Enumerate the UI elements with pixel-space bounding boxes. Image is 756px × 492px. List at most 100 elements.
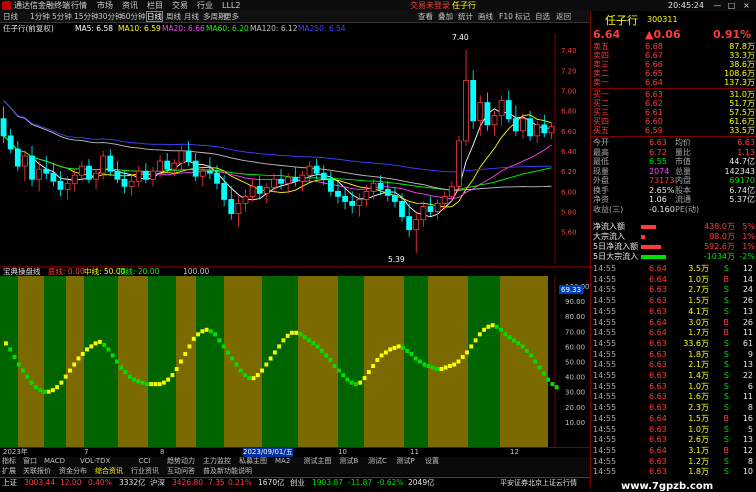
osc-point [294,330,299,335]
indicator-tab-8[interactable]: MA2 [275,457,290,466]
stat-label: 最低 [593,157,609,166]
tick-volume: 1.8万 [688,349,709,359]
osc-axis-label: 90.00 [565,298,585,306]
menu-market[interactable]: 行情 [71,0,87,11]
indicator-tab-2[interactable]: MACD [44,457,65,466]
maximize-icon[interactable]: □ [726,1,737,10]
btn-back[interactable]: 返回 [556,11,571,22]
tick-price: 6.63 [649,306,667,316]
osc-point [127,374,132,379]
indicator-tab-7[interactable]: 私募主图 [239,457,267,466]
indicator-tab-9[interactable]: 测试主图 [304,457,332,466]
ask-volume: 108.6万 [724,69,755,78]
tab-weekly[interactable]: 周线 [166,11,181,22]
stat-value: 6.55 [649,157,667,166]
tick-side: S [723,285,729,295]
tab-monthly[interactable]: 月线 [184,11,199,22]
trend-band [84,276,118,447]
indicator-tab-12[interactable]: 测试P [397,457,415,466]
bid-volume: 61.6万 [729,117,755,126]
indicator-tab-1[interactable]: 窗口 [23,457,37,466]
btn-f10[interactable]: F10 [499,11,513,22]
indicator-tab-11[interactable]: 测试C [368,457,387,466]
stat-label: 流通 [675,195,691,204]
indicator-tab-6[interactable]: 主力监控 [203,457,231,466]
indicator-tab-0[interactable]: 指标 [2,457,16,466]
flow-value: 98.0万 [709,232,735,241]
flow-bar [641,245,661,249]
candle-body [7,135,14,150]
tab-multi-period[interactable]: 多周期 [203,11,226,22]
info-tab-0[interactable]: 扩展 [2,466,16,476]
tab-more[interactable]: 更多 [224,11,239,22]
trend-band [338,276,364,447]
ma5-label: MA5: 6.58 [75,24,113,33]
price-axis-label: 7.20 [561,67,577,75]
tab-30min[interactable]: 30分钟 [98,11,123,22]
btn-stats[interactable]: 统计 [458,11,473,22]
candlestick-chart[interactable]: 7.40 7.20 7.00 6.80 6.60 6.40 6.20 6.00 5.80 5.60… [0,34,590,264]
tick-price: 6.63 [649,424,667,434]
stat-value: 73173 [649,176,675,185]
stat-value: 2074 [649,166,670,176]
tab-day[interactable]: 日线 [3,11,18,22]
btn-watchlist[interactable]: 自选 [535,11,550,22]
tick-side: S [723,435,729,445]
tab-1min[interactable]: 1分钟 [30,11,50,22]
btn-view[interactable]: 查看 [418,11,433,22]
menu-column[interactable]: 栏目 [147,0,163,11]
osc-point [243,373,247,378]
osc-point [324,353,329,358]
login-status[interactable]: 交易未登录 [410,0,450,11]
stat-label: 总量 [675,166,691,176]
tab-15min[interactable]: 15分钟 [74,11,99,22]
panel-stock-name: 任子行 [605,14,638,27]
tab-60min[interactable]: 60分钟 [121,11,146,22]
info-tab-6[interactable]: 普及新功能说明 [203,466,252,476]
stat-value: 6.74亿 [729,185,755,195]
candle-body [192,160,199,177]
menu-industry[interactable]: 行业 [197,0,213,11]
btn-overlay[interactable]: 叠加 [438,11,453,22]
osc-point [477,332,482,337]
tick-volume: 33.6万 [683,338,709,348]
tick-volume: 2.3万 [688,403,709,413]
osc-point [63,374,68,379]
tick-count: 8 [747,456,753,466]
osc-point [430,365,435,370]
info-tab-2[interactable]: 资金分布 [59,466,87,476]
osc-point [204,327,209,332]
menu-level2[interactable]: LLL2 [222,0,240,11]
stat-label: 现量 [593,166,609,176]
btn-draw[interactable]: 画线 [478,11,493,22]
osc-point [401,345,405,350]
bid-price: 6.59 [645,126,663,135]
menu-trade[interactable]: 交易 [172,0,188,11]
close-icon[interactable]: × [741,1,752,10]
candle-body [512,118,519,132]
minimize-icon[interactable]: — [712,1,723,10]
oscillator-chart[interactable]: 100.0090.0080.0070.0060.0050.0040.0030.0… [0,276,590,447]
info-tab-3[interactable]: 综合资讯 [95,466,123,476]
indicator-tab-3[interactable]: VOL-TDX [80,457,110,466]
indicator-tab-5[interactable]: 趋势动力 [167,457,195,466]
tick-side: S [723,392,729,402]
osc-point [38,388,42,393]
tab-5min[interactable]: 5分钟 [52,11,72,22]
tab-daily[interactable]: 日线 [146,11,163,22]
info-tab-1[interactable]: 关联报价 [23,466,51,476]
indicator-tab-13[interactable]: 设置 [425,457,439,466]
menu-news[interactable]: 资讯 [122,0,138,11]
tick-count: 14 [742,274,753,284]
info-tab-4[interactable]: 行业资讯 [131,466,159,476]
osc-point [200,329,205,334]
osc-point [426,364,431,369]
info-tab-5[interactable]: 互动问答 [167,466,195,476]
tick-time: 14:55 [593,317,617,327]
btn-mark[interactable]: 标记 [515,11,530,22]
indicator-tab-10[interactable]: 测试B [340,457,359,466]
menu-exchange[interactable]: 市场 [97,0,113,11]
indicator-tab-4[interactable]: CCI [139,457,151,466]
osc-point [208,329,213,334]
candle-body [441,196,448,204]
